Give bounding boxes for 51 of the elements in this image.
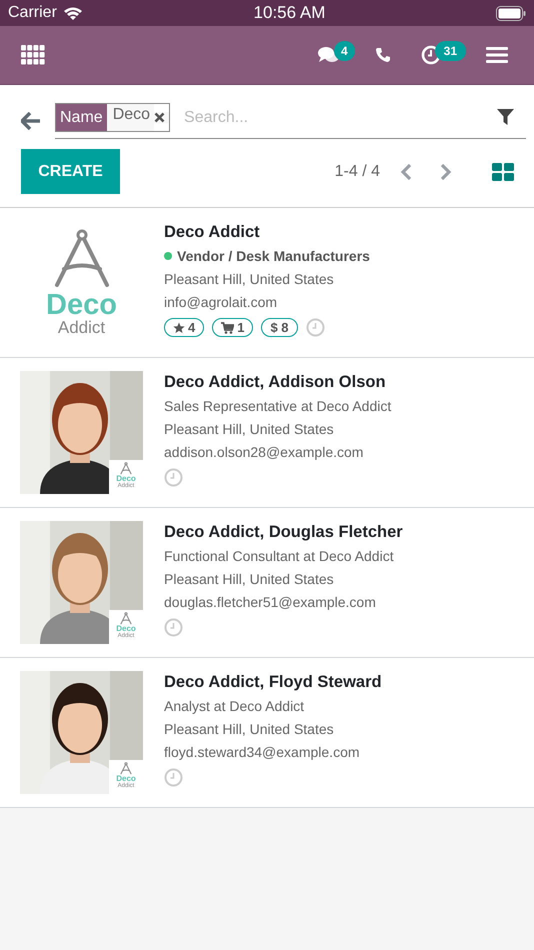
carrier-name: Carrier [8, 4, 57, 22]
phone-icon[interactable] [374, 47, 391, 63]
count-badge: 31 [434, 41, 466, 61]
wifi-icon [62, 6, 83, 20]
logo-text: Deco [116, 625, 136, 633]
clock-time: 10:56 AM [254, 3, 326, 23]
kanban-view-icon[interactable] [492, 162, 514, 180]
compass-icon [120, 762, 132, 775]
job-title: Sales Representative at Deco Addict [164, 398, 392, 414]
location-text: Pleasant Hill, United States [164, 721, 334, 737]
previous-icon[interactable] [400, 162, 412, 180]
apps-grid-icon[interactable] [21, 45, 45, 65]
pager-count: 1-4 / 4 [334, 162, 380, 180]
remove-icon[interactable] [154, 112, 170, 123]
stat-pill[interactable]: $ 8 [261, 318, 298, 337]
record-name: Deco Addict [164, 223, 260, 242]
stat-pill[interactable]: 4 [164, 318, 204, 337]
logo-text: Deco [116, 775, 136, 783]
stat-pill[interactable]: 1 [212, 318, 254, 337]
job-title: Functional Consultant at Deco Addict [164, 548, 394, 564]
record-name: Deco Addict, Addison Olson [164, 373, 386, 392]
email-text: addison.olson28@example.com [164, 444, 364, 460]
star-icon [173, 322, 185, 334]
compass-icon [120, 462, 132, 475]
partner-category: Vendor / Desk Manufacturers [177, 248, 370, 264]
search-field[interactable]: Search... [182, 108, 485, 128]
next-icon[interactable] [440, 162, 452, 180]
location-text: Pleasant Hill, United States [164, 571, 334, 587]
filter-icon[interactable] [497, 109, 514, 126]
email-text: info@agrolait.com [164, 294, 278, 310]
email-text: douglas.fletcher51@example.com [164, 594, 376, 610]
logo-text: Deco [46, 291, 117, 319]
location-text: Pleasant Hill, United States [164, 421, 334, 437]
job-title: Analyst at Deco Addict [164, 698, 304, 714]
battery-icon [496, 6, 526, 20]
email-text: floyd.steward34@example.com [164, 744, 360, 760]
record-card[interactable]: Deco Addict Deco Addict Vendor / Desk Manufacturers Pleasant Hill, United States info@agrolait.com 4 1 $ 8 [0, 208, 534, 358]
facet-value: Deco [106, 104, 154, 131]
menu-icon[interactable] [486, 46, 508, 64]
logo-text: Deco [116, 475, 136, 483]
count-badge: 4 [334, 41, 355, 61]
back-arrow-icon[interactable] [21, 112, 41, 130]
logo-text: Addict [58, 319, 106, 336]
cart-icon [221, 322, 234, 334]
filter-facet[interactable]: Name Deco [55, 103, 170, 132]
location-text: Pleasant Hill, United States [164, 271, 334, 287]
compass-icon [52, 228, 110, 288]
compass-icon [120, 612, 132, 625]
record-name: Deco Addict, Douglas Fletcher [164, 523, 403, 542]
record-name: Deco Addict, Floyd Steward [164, 673, 382, 692]
facet-label: Name [56, 104, 107, 131]
